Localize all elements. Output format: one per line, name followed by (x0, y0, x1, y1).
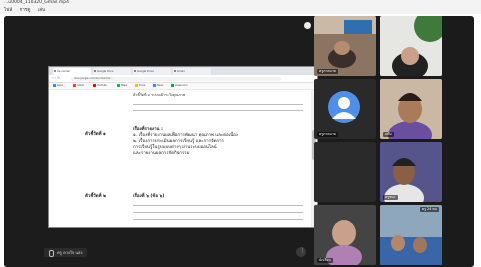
indicator-1-title: เรื่องที่รายงาน : (133, 127, 163, 132)
participant-4-video (380, 79, 442, 139)
participant-tile-8[interactable]: ครู 24 คน (380, 205, 442, 265)
underline-5 (133, 219, 303, 220)
browser-address-bar: ‹ › ↻ docs.google.com/document/d/... (49, 75, 317, 83)
participant-8-name: ครู 24 คน (419, 207, 439, 212)
bookmark-6[interactable]: News (153, 84, 163, 88)
participant-8-video (380, 205, 442, 265)
participant-1-video (314, 16, 376, 76)
tab-2-label: Google Docs (97, 70, 114, 73)
bookmark-7[interactable]: Classroom (171, 84, 187, 88)
more-options-button[interactable]: ⋮ (296, 247, 306, 257)
indicator-2-title: เรื่องที่ ๖ (ข้อ ๖) (133, 194, 165, 199)
participant-tile-1[interactable]: ครูภาคนาย (314, 16, 376, 76)
pin-icon[interactable] (304, 22, 311, 29)
video-player: ห้อง Gmail Google Docs Google Drive Gmai… (4, 16, 474, 267)
title-bar: ...u0004_110320_Gmail.mp4 ไฟล์ การดู เล่… (0, 0, 481, 14)
tab-3-label: Google Drive (137, 70, 154, 73)
bookmark-1[interactable]: Apps (53, 84, 63, 88)
indicator-2-label: ตัวชี้วัดที่ ๒ (85, 194, 106, 199)
participant-tile-7[interactable]: นักเรียน (314, 205, 376, 265)
participant-7-video (314, 205, 376, 265)
underline-1 (133, 104, 303, 105)
participant-4-name: แท๊บ (383, 132, 394, 137)
file-name: ...u0004_110320_Gmail.mp4 (4, 0, 69, 5)
browser-tab-1[interactable]: ห้อง Gmail (53, 68, 91, 75)
bookmark-5[interactable]: Drive (135, 84, 145, 88)
bookmark-2[interactable]: Gmail (73, 84, 84, 88)
participant-tile-2[interactable] (380, 16, 442, 76)
shared-screen: ห้อง Gmail Google Docs Google Drive Gmai… (48, 66, 318, 228)
document-page: ตัวชี้วัดที่ ๓ ระบบเฝ้าระวังคุณภาพ ตัวชี… (49, 90, 307, 227)
tab-1-label: ห้อง Gmail (57, 70, 70, 73)
participant-tile-6[interactable]: ครูชนะ (380, 142, 442, 202)
mic-icon (49, 249, 54, 257)
underline-3 (133, 205, 303, 206)
participant-6-name: ครูชนะ (383, 195, 398, 200)
participant-grid: ครูภาคนาย ครูภาคนาย แท๊บ ครูชนะ นักเรียน… (312, 16, 474, 267)
avatar (328, 91, 360, 123)
browser-tab-3[interactable]: Google Drive (133, 68, 171, 75)
indicator-1-line-4: และรายงานผลการจัดกิจกรรม (133, 151, 190, 156)
participant-6-video (380, 142, 442, 202)
presenter-name-tag: ครู ดวงใจ แสง (44, 248, 88, 257)
bookmark-3[interactable]: YouTube (93, 84, 107, 88)
user-avatar-icon (332, 97, 356, 119)
tab-4-label: Gmail (177, 70, 185, 73)
back-forward-icons[interactable]: ‹ › ↻ (52, 76, 60, 80)
bookmarks-bar: Apps Gmail YouTube Maps Drive News Class… (49, 83, 317, 90)
more-options-icon: ⋮ (299, 247, 306, 254)
participant-1-name: ครูภาคนาย (317, 69, 338, 74)
indicator-1-text: ๑. เรื่องที่รายงานผลเพื่อการพัฒนา คุณภาพ… (133, 133, 308, 157)
underline-2 (133, 110, 303, 111)
participant-7-name: นักเรียน (317, 258, 333, 263)
participant-tile-3[interactable]: ครูภาคนาย (314, 79, 376, 139)
menu-bar: ไฟล์ การดู เล่น (4, 6, 51, 13)
browser-tab-4[interactable]: Gmail (173, 68, 211, 75)
menu-view[interactable]: การดู (20, 8, 31, 13)
address-field[interactable]: docs.google.com/document/d/... (71, 76, 281, 81)
browser-tab-2[interactable]: Google Docs (93, 68, 131, 75)
bookmark-4[interactable]: Maps (117, 84, 127, 88)
underline-4 (133, 212, 303, 213)
document-top-line: ตัวชี้วัดที่ ๓ ระบบเฝ้าระวังคุณภาพ (133, 93, 186, 97)
participant-tile-4[interactable]: แท๊บ (380, 79, 442, 139)
browser-tab-bar: ห้อง Gmail Google Docs Google Drive Gmai… (49, 67, 317, 75)
participant-2-video (380, 16, 442, 76)
presenter-name: ครู ดวงใจ แสง (57, 250, 83, 255)
participant-tile-5[interactable] (314, 142, 376, 202)
indicator-1-label: ตัวชี้วัดที่ ๑ (85, 132, 106, 137)
participant-3-name: ครูภาคนาย (317, 132, 338, 137)
menu-file[interactable]: ไฟล์ (4, 8, 12, 13)
presentation-area: ห้อง Gmail Google Docs Google Drive Gmai… (4, 16, 318, 267)
menu-play[interactable]: เล่น (38, 8, 45, 13)
